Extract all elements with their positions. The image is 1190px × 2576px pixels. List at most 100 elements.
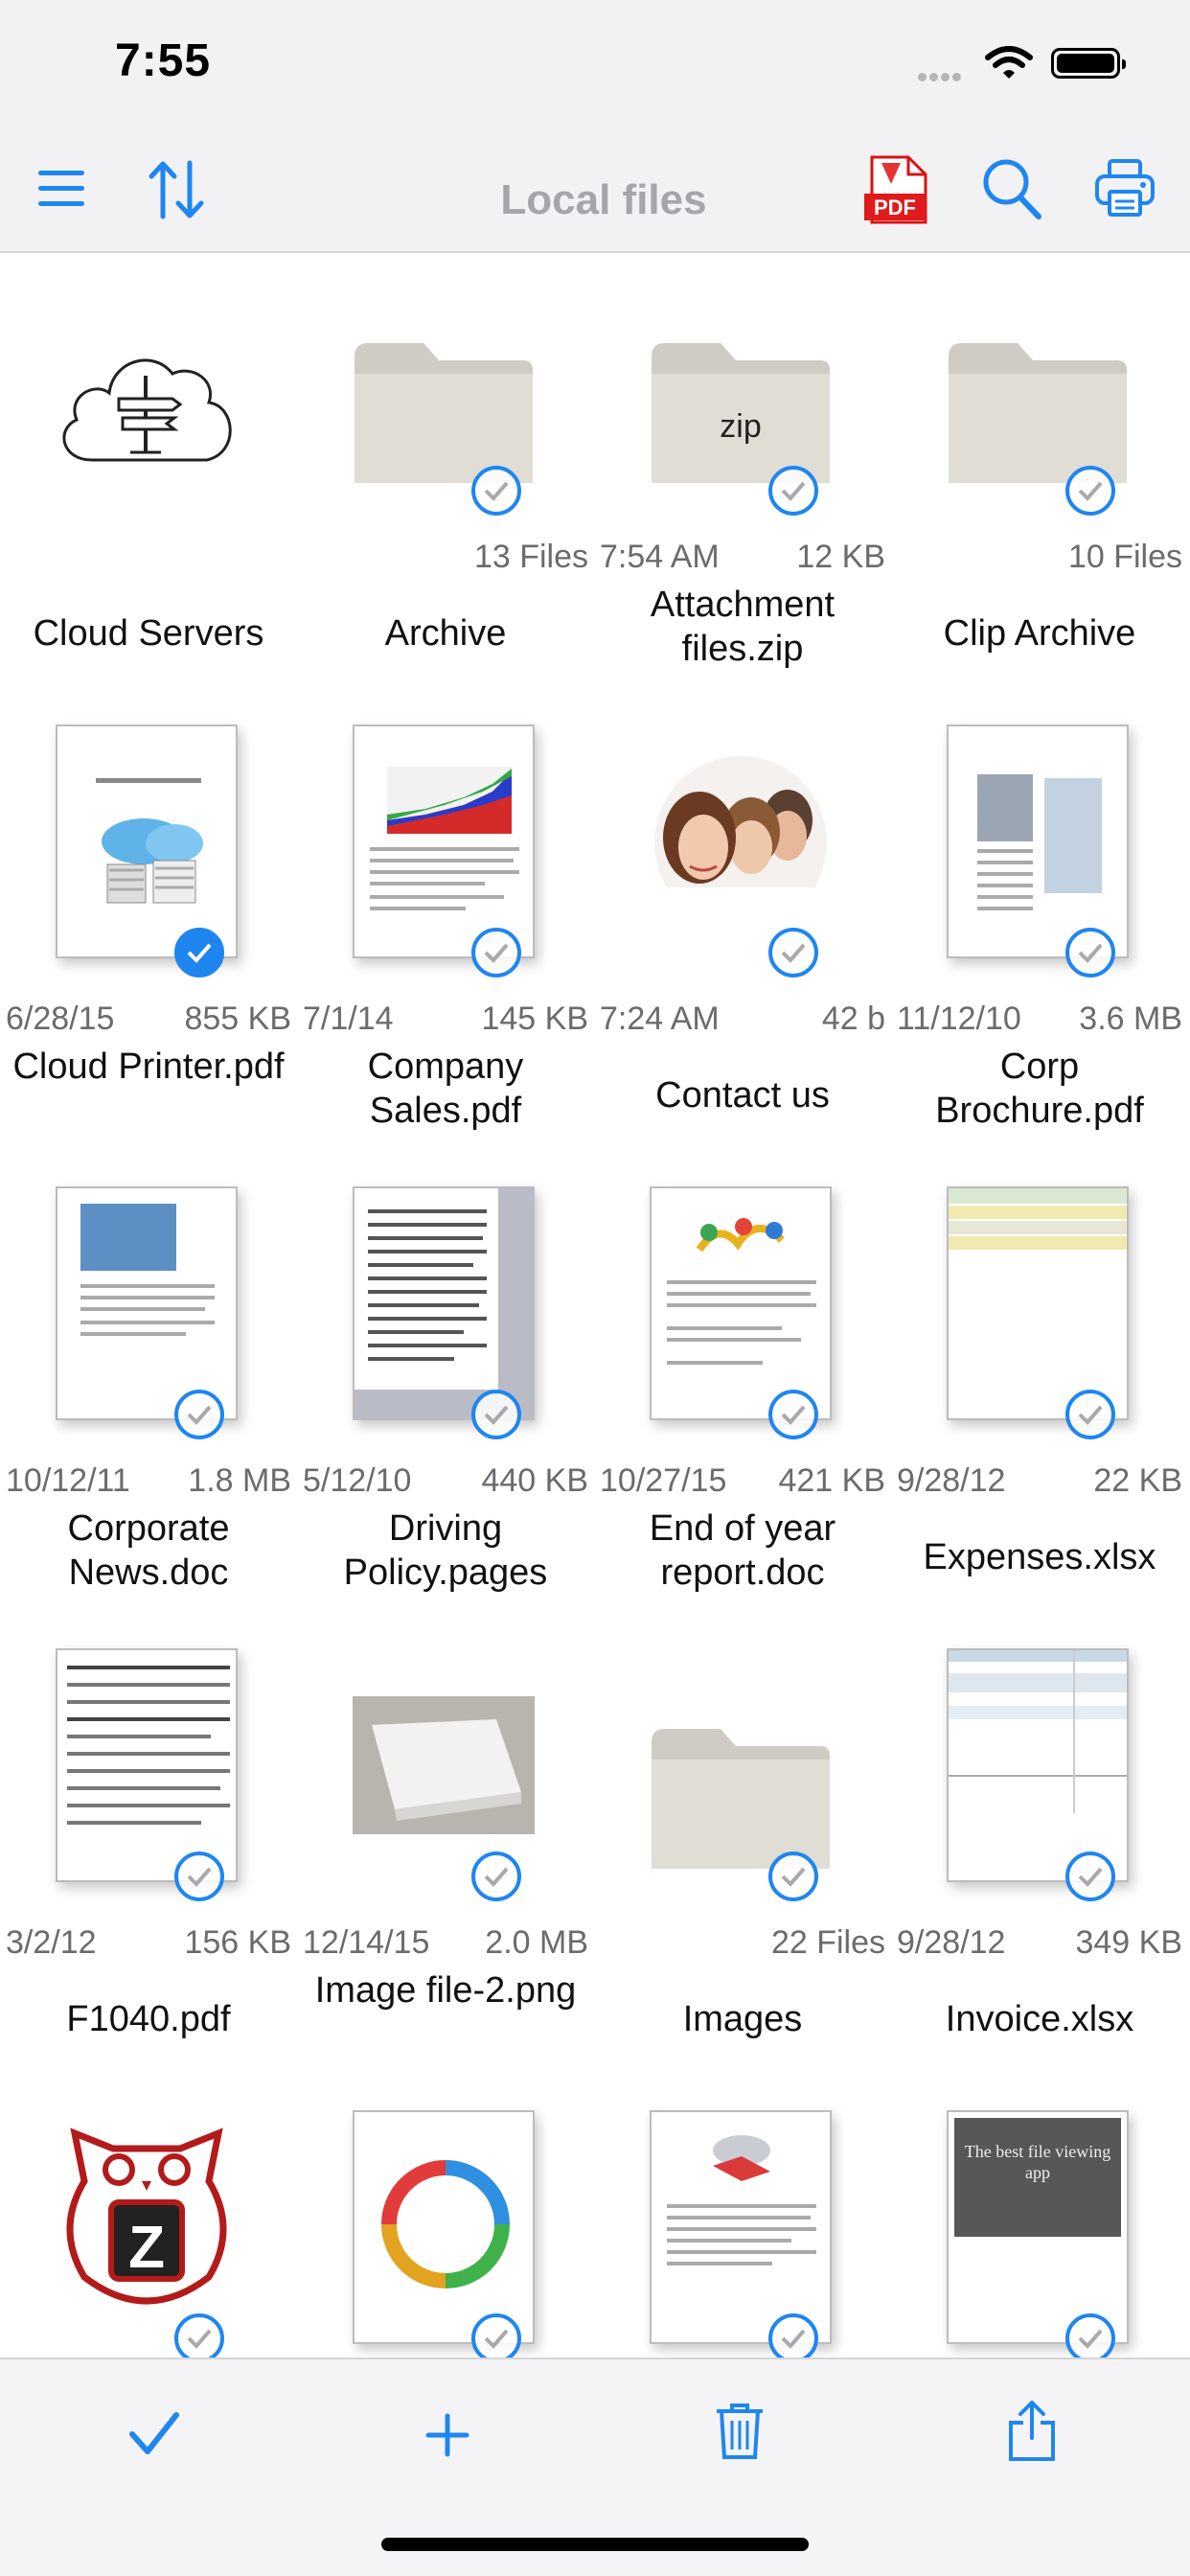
select-checkbox[interactable]: [1065, 466, 1115, 516]
select-checkbox[interactable]: [174, 1852, 224, 1901]
file-item[interactable]: 3/2/12 156 KB F1040.pdf: [0, 1639, 297, 2099]
file-size: 2.0 MB: [485, 1924, 588, 1961]
file-name: Cloud Servers: [33, 613, 264, 654]
select-checkbox[interactable]: [768, 466, 818, 516]
folder-icon: [355, 343, 533, 483]
select-checkbox[interactable]: [1065, 928, 1115, 978]
select-checkbox[interactable]: [174, 1390, 224, 1439]
select-checkbox[interactable]: [174, 928, 224, 978]
select-checkbox[interactable]: [768, 1852, 818, 1901]
status-time: 7:55: [115, 35, 212, 86]
file-name: Corp Brochure.pdf: [935, 1046, 1144, 1131]
file-size: 12 KB: [796, 539, 885, 575]
share-icon[interactable]: [1006, 2400, 1058, 2463]
file-size: 1.8 MB: [188, 1462, 291, 1499]
svg-text:PDF: PDF: [874, 196, 916, 219]
file-name: Image file-2.png: [314, 1970, 577, 2011]
file-item[interactable]: 10 Files Clip Archive: [891, 253, 1188, 713]
file-item[interactable]: 22 Files Images: [594, 1639, 891, 2099]
document-preview: [56, 724, 238, 958]
select-checkbox[interactable]: [471, 1390, 521, 1439]
select-checkbox[interactable]: [768, 1390, 818, 1439]
select-checkbox[interactable]: [1065, 1852, 1115, 1901]
file-item[interactable]: Cloud Servers: [0, 253, 297, 713]
file-thumbnail: [0, 253, 297, 512]
file-name: Clip Archive: [943, 613, 1136, 654]
document-preview: [353, 724, 535, 958]
file-thumbnail: zip: [594, 253, 891, 516]
file-item[interactable]: 11/12/10 3.6 MB Corp Brochure.pdf: [891, 715, 1188, 1175]
checkmark-icon[interactable]: [128, 2409, 180, 2457]
file-thumbnail: [891, 715, 1188, 978]
file-item[interactable]: 5/12/10 440 KB Driving Policy.pages: [297, 1177, 594, 1637]
spreadsheet-preview: [947, 1648, 1129, 1882]
document-preview: [56, 1648, 238, 1882]
file-item[interactable]: 13 Files Archive: [297, 253, 594, 713]
file-date: 3/2/12: [6, 1924, 97, 1961]
select-checkbox[interactable]: [471, 2313, 521, 2358]
file-size: 421 KB: [778, 1462, 885, 1499]
file-item[interactable]: zip 7:54 AM 12 KB Attachment files.zip: [594, 253, 891, 713]
file-thumbnail: [891, 1177, 1188, 1439]
file-name: Driving Policy.pages: [343, 1508, 548, 1593]
pdf-icon[interactable]: PDF: [862, 155, 929, 224]
document-preview: [650, 2110, 832, 2344]
search-icon[interactable]: [981, 157, 1042, 220]
file-item[interactable]: The best file viewing app: [891, 2101, 1188, 2358]
file-date: 6/28/15: [6, 1000, 115, 1037]
print-icon[interactable]: [1094, 159, 1156, 218]
select-checkbox[interactable]: [1065, 1390, 1115, 1439]
file-item[interactable]: 6/28/15 855 KB Cloud Printer.pdf: [0, 715, 297, 1175]
file-item[interactable]: 7/1/14 145 KB Company Sales.pdf: [297, 715, 594, 1175]
contact-photo: [654, 756, 827, 929]
file-thumbnail: [297, 1639, 594, 1901]
file-size: 13 Files: [473, 539, 588, 575]
battery-icon: [1051, 48, 1126, 79]
select-checkbox[interactable]: [471, 928, 521, 978]
file-date: 7/1/14: [303, 1000, 394, 1037]
logo-letter: Z: [128, 2215, 165, 2281]
file-item[interactable]: 10/27/15 421 KB End of year report.doc: [594, 1177, 891, 1637]
file-name: Expenses.xlsx: [923, 1537, 1156, 1577]
select-checkbox[interactable]: [768, 928, 818, 978]
file-thumbnail: [594, 1177, 891, 1439]
file-item[interactable]: 7:24 AM 42 b Contact us: [594, 715, 891, 1175]
document-preview: [947, 724, 1129, 958]
add-icon[interactable]: [425, 2413, 469, 2457]
file-date: 7:54 AM: [600, 539, 720, 575]
file-item[interactable]: [297, 2101, 594, 2358]
select-checkbox[interactable]: [174, 2313, 224, 2358]
file-thumbnail: [594, 1639, 891, 1901]
file-date: 7:24 AM: [600, 1000, 720, 1037]
trash-icon[interactable]: [715, 2402, 765, 2461]
select-checkbox[interactable]: [1065, 2313, 1115, 2358]
file-size: 22 Files: [770, 1924, 885, 1961]
file-item[interactable]: 12/14/15 2.0 MB Image file-2.png: [297, 1639, 594, 2099]
select-checkbox[interactable]: [471, 1852, 521, 1901]
file-item[interactable]: 9/28/12 349 KB Invoice.xlsx: [891, 1639, 1188, 2099]
document-preview: [650, 1186, 832, 1420]
file-item[interactable]: 10/12/11 1.8 MB Corporate News.doc: [0, 1177, 297, 1637]
file-date: 12/14/15: [303, 1924, 430, 1961]
document-preview: The best file viewing app: [947, 2110, 1129, 2344]
select-checkbox[interactable]: [471, 466, 521, 516]
navigation-bar: Local files PDF: [0, 126, 1190, 253]
file-name: Corporate News.doc: [67, 1508, 230, 1593]
slide-title: The best file viewing app: [964, 2142, 1111, 2182]
select-checkbox[interactable]: [768, 2313, 818, 2358]
file-date: 10/12/11: [6, 1462, 130, 1499]
file-thumbnail: Z: [0, 2101, 297, 2358]
file-date: 10/27/15: [600, 1462, 727, 1499]
file-item[interactable]: [594, 2101, 891, 2358]
file-thumbnail: [0, 1177, 297, 1439]
file-name: Cloud Printer.pdf: [12, 1046, 285, 1087]
status-bar: 7:55: [0, 0, 1190, 126]
file-date: 5/12/10: [303, 1462, 412, 1499]
document-preview: [353, 1186, 535, 1420]
file-item[interactable]: Z: [0, 2101, 297, 2358]
file-date: 11/12/10: [897, 1000, 1021, 1037]
file-item[interactable]: 9/28/12 22 KB Expenses.xlsx: [891, 1177, 1188, 1637]
file-thumbnail: [0, 715, 297, 978]
file-name: Archive: [384, 613, 507, 654]
file-thumbnail: [297, 253, 594, 516]
